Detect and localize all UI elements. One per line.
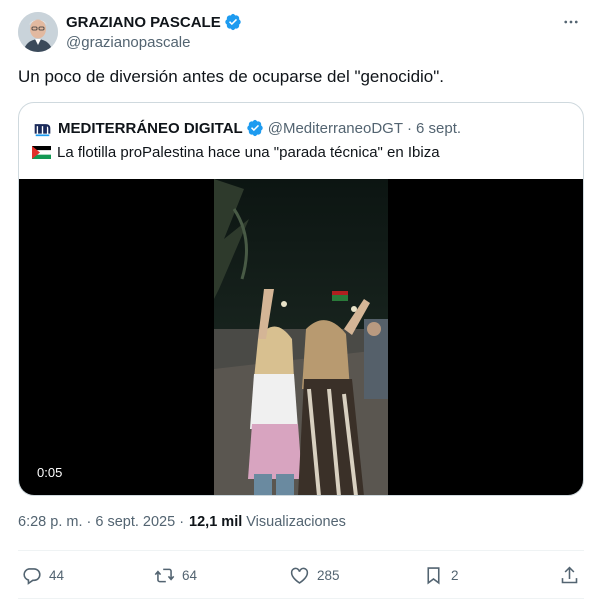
video-frame: [214, 179, 388, 495]
mediterraneo-logo-icon: [34, 123, 51, 136]
tweet-timestamp[interactable]: 6:28 p. m. · 6 sept. 2025 ·: [18, 514, 184, 530]
bookmark-count: 2: [451, 567, 459, 583]
bookmark-icon: [427, 566, 440, 585]
tweet-text: Un poco de diversión antes de ocuparse d…: [18, 67, 445, 86]
quote-date: 6 sept.: [416, 119, 462, 137]
repost-count: 64: [182, 567, 198, 583]
action-bar: 44 64 285 2: [18, 560, 584, 590]
repost-icon: [154, 568, 175, 582]
more-icon[interactable]: [561, 12, 581, 32]
share-button[interactable]: [559, 560, 587, 590]
avatar[interactable]: [18, 12, 58, 52]
divider: [18, 550, 584, 551]
divider: [18, 598, 584, 599]
verified-badge-icon: [225, 13, 241, 31]
tweet: GRAZIANO PASCALE @grazianopascale Un poc…: [0, 0, 599, 606]
views-label: Visualizaciones: [246, 514, 346, 530]
quote-text-row: La flotilla proPalestina hace una "parad…: [32, 144, 440, 161]
like-button[interactable]: 285: [289, 560, 340, 590]
like-count: 285: [317, 567, 340, 583]
quote-author-name: MEDITERRÁNEO DIGITAL: [58, 119, 243, 137]
bookmark-button[interactable]: 2: [423, 560, 459, 590]
quoted-tweet[interactable]: MEDITERRÁNEO DIGITAL @MediterraneoDGT · …: [18, 102, 584, 496]
quote-author-handle: @MediterraneoDGT: [267, 119, 403, 137]
views-count: 12,1 mil: [189, 514, 243, 530]
video-duration: 0:05: [31, 463, 69, 482]
author-block: GRAZIANO PASCALE @grazianopascale: [66, 12, 242, 51]
author-name[interactable]: GRAZIANO PASCALE: [66, 14, 221, 31]
video-player[interactable]: 0:05: [19, 179, 583, 495]
reply-count: 44: [49, 567, 65, 583]
like-icon: [290, 567, 309, 584]
reply-icon: [23, 567, 41, 585]
share-icon: [561, 566, 578, 583]
repost-button[interactable]: 64: [154, 560, 197, 590]
reply-button[interactable]: 44: [21, 560, 64, 590]
separator-dot: ·: [407, 119, 412, 137]
verified-badge-icon: [247, 119, 263, 137]
quote-header: MEDITERRÁNEO DIGITAL @MediterraneoDGT · …: [34, 118, 461, 138]
tweet-meta: 6:28 p. m. · 6 sept. 2025 · 12,1 mil Vis…: [18, 514, 346, 530]
palestine-flag-icon: [32, 146, 51, 159]
quote-text: La flotilla proPalestina hace una "parad…: [57, 144, 440, 161]
author-handle[interactable]: @grazianopascale: [66, 34, 242, 51]
